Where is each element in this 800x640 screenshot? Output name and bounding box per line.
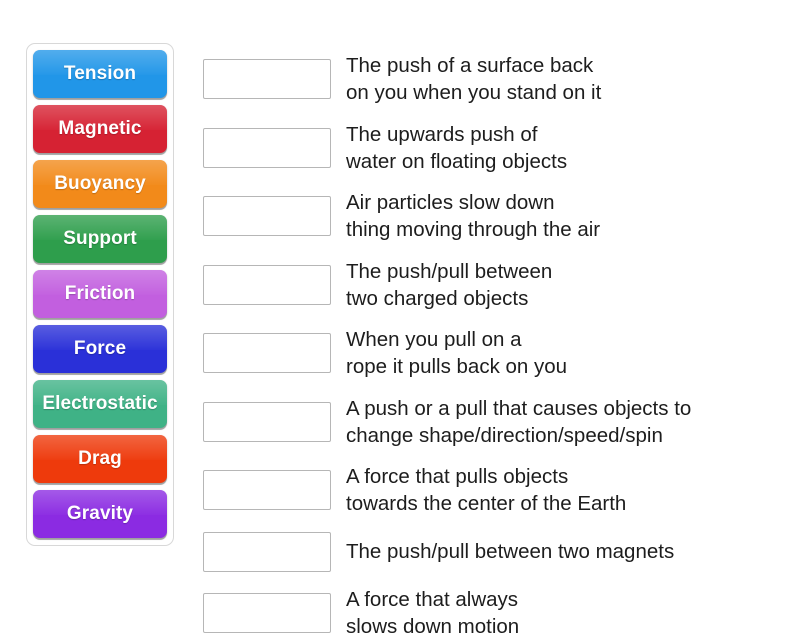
tiles-panel: Tension Magnetic Buoyancy Support Fricti… [26,43,174,546]
tile-label: Force [71,338,129,360]
match-up-activity: Tension Magnetic Buoyancy Support Fricti… [0,0,800,600]
tile-gravity[interactable]: Gravity [33,490,167,538]
tile-magnetic[interactable]: Magnetic [33,105,167,153]
definition-text: Air particles slow down thing moving thr… [346,189,600,244]
drop-box[interactable] [203,128,331,168]
tile-buoyancy[interactable]: Buoyancy [33,160,167,208]
tile-support[interactable]: Support [33,215,167,263]
pair-row: The upwards push of water on floating ob… [203,121,783,176]
tile-label: Support [60,228,140,250]
drop-box[interactable] [203,593,331,633]
pair-row: A force that always slows down motion [203,586,783,640]
tile-label: Buoyancy [51,173,149,195]
definition-text: The push/pull between two magnets [346,538,674,565]
definition-text: A force that pulls objects towards the c… [346,463,626,518]
definition-text: The push/pull between two charged object… [346,258,552,313]
definition-text: A push or a pull that causes objects to … [346,395,691,450]
definition-text: When you pull on a rope it pulls back on… [346,326,567,381]
tile-force[interactable]: Force [33,325,167,373]
drop-box[interactable] [203,196,331,236]
pair-row: The push of a surface back on you when y… [203,52,783,107]
pair-row: A force that pulls objects towards the c… [203,463,783,518]
drop-box[interactable] [203,470,331,510]
tile-label: Gravity [64,503,136,525]
tile-label: Electrostatic [39,393,160,415]
pair-row: The push/pull between two magnets [203,532,783,572]
tile-label: Friction [62,283,138,305]
drop-box[interactable] [203,265,331,305]
tile-label: Magnetic [55,118,144,140]
definition-text: The push of a surface back on you when y… [346,52,601,107]
pair-row: When you pull on a rope it pulls back on… [203,326,783,381]
definition-text: A force that always slows down motion [346,586,519,640]
tile-friction[interactable]: Friction [33,270,167,318]
pair-row: The push/pull between two charged object… [203,258,783,313]
pairs-column: The push of a surface back on you when y… [203,52,783,640]
tile-tension[interactable]: Tension [33,50,167,98]
tile-label: Drag [75,448,125,470]
pair-row: A push or a pull that causes objects to … [203,395,783,450]
tile-drag[interactable]: Drag [33,435,167,483]
drop-box[interactable] [203,402,331,442]
pair-row: Air particles slow down thing moving thr… [203,189,783,244]
drop-box[interactable] [203,333,331,373]
drop-box[interactable] [203,532,331,572]
definition-text: The upwards push of water on floating ob… [346,121,567,176]
tile-electrostatic[interactable]: Electrostatic [33,380,167,428]
tile-label: Tension [61,63,139,85]
drop-box[interactable] [203,59,331,99]
